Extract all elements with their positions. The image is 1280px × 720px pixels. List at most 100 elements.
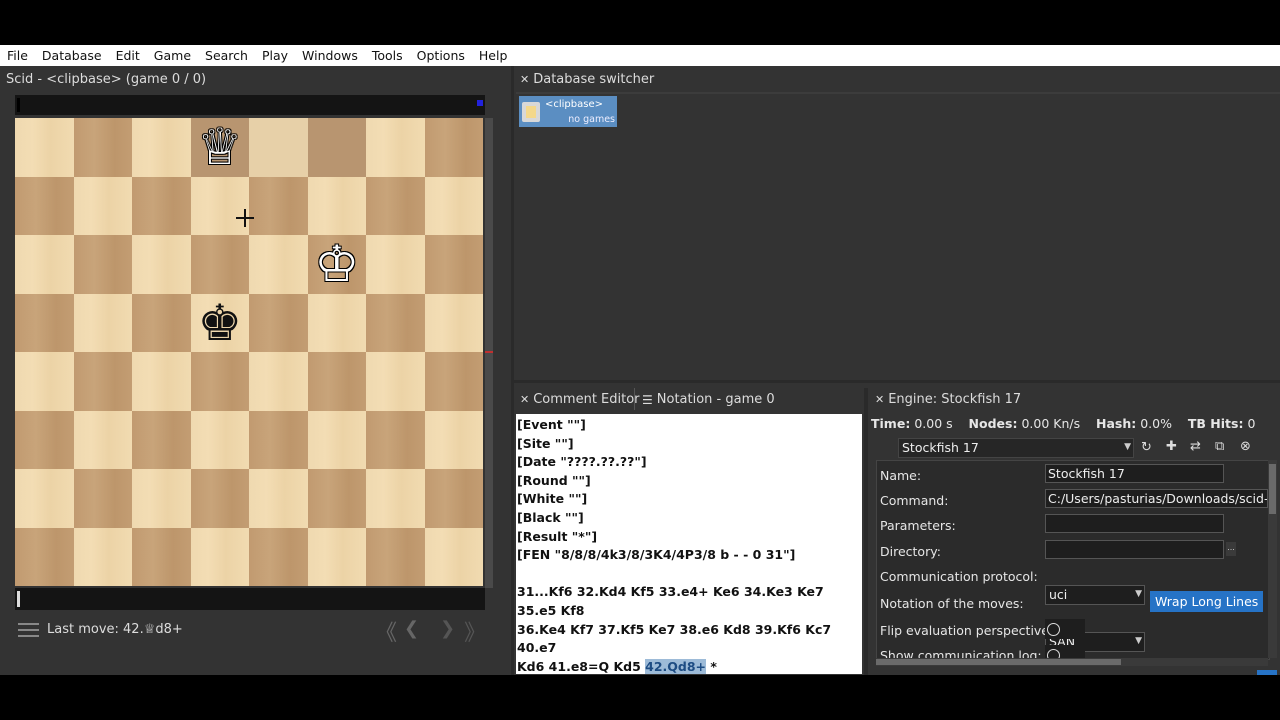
nav-prev-button[interactable]: ❮ [404,618,419,639]
nav-next-button[interactable]: ❯ [440,618,455,639]
directory-field[interactable] [1045,540,1224,559]
wrap-long-lines-button[interactable]: Wrap Long Lines [1150,591,1264,612]
close-icon[interactable]: ✕ [520,393,529,406]
square-e1[interactable] [249,527,308,586]
tab-notation[interactable]: ☰ Notation - game 0 [642,392,775,407]
menu-file[interactable]: File [0,48,35,63]
square-d5[interactable]: ♚ [190,293,250,353]
square-c6[interactable] [132,235,191,294]
name-field[interactable]: Stockfish 17 [1045,464,1224,483]
square-d2[interactable] [190,469,249,528]
square-f8[interactable] [307,118,366,177]
square-c2[interactable] [132,469,191,528]
engine-hscroll[interactable] [876,658,1268,666]
pgn-header-tag[interactable]: [FEN "8/8/8/4k3/8/3K4/4P3/8 b - - 0 31"] [517,546,862,565]
close-icon[interactable]: ✕ [520,73,529,86]
square-h4[interactable] [424,352,483,411]
square-h6[interactable] [424,235,483,294]
square-e5[interactable] [249,293,308,352]
notation-text[interactable]: [Event ""] [Site ""] [Date "????.??.??"] [R… [516,414,862,674]
square-c1[interactable] [132,527,191,586]
pgn-header-tag[interactable]: [Event ""] [517,416,862,435]
parameters-field[interactable] [1045,514,1224,533]
square-g4[interactable] [366,352,425,411]
reload-icon[interactable]: ↻ [1141,440,1152,455]
square-g8[interactable] [366,118,425,177]
square-b7[interactable] [73,176,132,235]
horizontal-splitter[interactable] [514,380,1280,383]
square-c3[interactable] [132,410,191,469]
menu-game[interactable]: Game [147,48,198,63]
flip-radio-box[interactable] [1045,619,1085,639]
square-b6[interactable] [73,235,132,294]
black-king-icon[interactable]: ♚ [191,294,250,353]
nav-first-button[interactable]: 《 [375,615,397,647]
square-h8[interactable] [424,118,483,177]
square-f3[interactable] [307,410,366,469]
menu-edit[interactable]: Edit [109,48,147,63]
pgn-moves-line[interactable]: 31...Kf6 32.Kd4 Kf5 33.e4+ Ke6 34.Ke3 Ke… [517,583,862,620]
tab-engine[interactable]: ✕ Engine: Stockfish 17 [875,392,1021,407]
menu-windows[interactable]: Windows [295,48,365,63]
square-g2[interactable] [366,469,425,528]
square-h5[interactable] [424,293,483,352]
square-b8[interactable] [73,118,132,177]
tab-comment-editor[interactable]: ✕ Comment Editor [520,392,640,407]
close-icon[interactable]: ✕ [875,393,884,406]
current-move[interactable]: 42.Qd8+ [645,658,707,674]
square-d8[interactable]: ♕ [190,118,249,177]
square-f6[interactable]: ♔ [307,235,367,294]
square-g5[interactable] [366,293,425,352]
square-f2[interactable] [307,469,366,528]
square-b1[interactable] [73,527,132,586]
white-king-icon[interactable]: ♔ [308,235,367,294]
menu-database[interactable]: Database [35,48,109,63]
pgn-header-tag[interactable]: [Site ""] [517,435,862,454]
square-h7[interactable] [424,176,483,235]
square-e7[interactable] [249,176,308,235]
flip-radio[interactable] [1047,623,1060,636]
square-b5[interactable] [73,293,132,352]
command-field[interactable]: C:/Users/pasturias/Downloads/scid-v5 [1045,489,1268,508]
square-f7[interactable] [307,176,366,235]
square-g1[interactable] [366,527,425,586]
pgn-header-tag[interactable]: [White ""] [517,490,862,509]
square-b3[interactable] [73,410,132,469]
square-e4[interactable] [249,352,308,411]
square-h3[interactable] [424,410,483,469]
square-a7[interactable] [15,176,74,235]
hamburger-menu-icon[interactable] [18,621,39,637]
square-d6[interactable] [190,235,249,294]
menu-help[interactable]: Help [472,48,515,63]
menu-tools[interactable]: Tools [365,48,410,63]
protocol-select[interactable]: uci ▼ [1045,585,1145,605]
chess-board[interactable]: ♕ ♔ ♚ [15,118,483,586]
square-g3[interactable] [366,410,425,469]
square-c5[interactable] [132,293,191,352]
browse-directory-button[interactable]: ... [1226,542,1236,556]
square-a3[interactable] [15,410,74,469]
vertical-splitter-2[interactable] [864,388,868,675]
db-clipbase-item[interactable]: <clipbase> no games [519,96,617,127]
engine-vscroll-thumb[interactable] [1269,464,1276,514]
nav-last-button[interactable]: 》 [464,615,486,647]
copy-icon[interactable]: ⧉ [1215,439,1224,454]
square-b4[interactable] [73,352,132,411]
engine-vscroll[interactable] [1268,460,1277,658]
square-a2[interactable] [15,469,74,528]
menu-options[interactable]: Options [410,48,472,63]
square-a8[interactable] [15,118,74,177]
pgn-header-tag[interactable]: [Black ""] [517,509,862,528]
square-d4[interactable] [190,352,249,411]
pgn-header-tag[interactable]: [Round ""] [517,472,862,491]
square-c4[interactable] [132,352,191,411]
square-a6[interactable] [15,235,74,294]
square-c7[interactable] [132,176,191,235]
square-e6[interactable] [249,235,308,294]
pgn-header-tag[interactable]: [Result "*"] [517,528,862,547]
pgn-header-tag[interactable]: [Date "????.??.??"] [517,453,862,472]
engine-select[interactable]: Stockfish 17 ▼ [898,438,1134,458]
pgn-moves-line[interactable]: 36.Ke4 Kf7 37.Kf5 Ke7 38.e6 Kd8 39.Kf6 K… [517,621,862,658]
square-f1[interactable] [307,527,366,586]
square-b2[interactable] [73,469,132,528]
